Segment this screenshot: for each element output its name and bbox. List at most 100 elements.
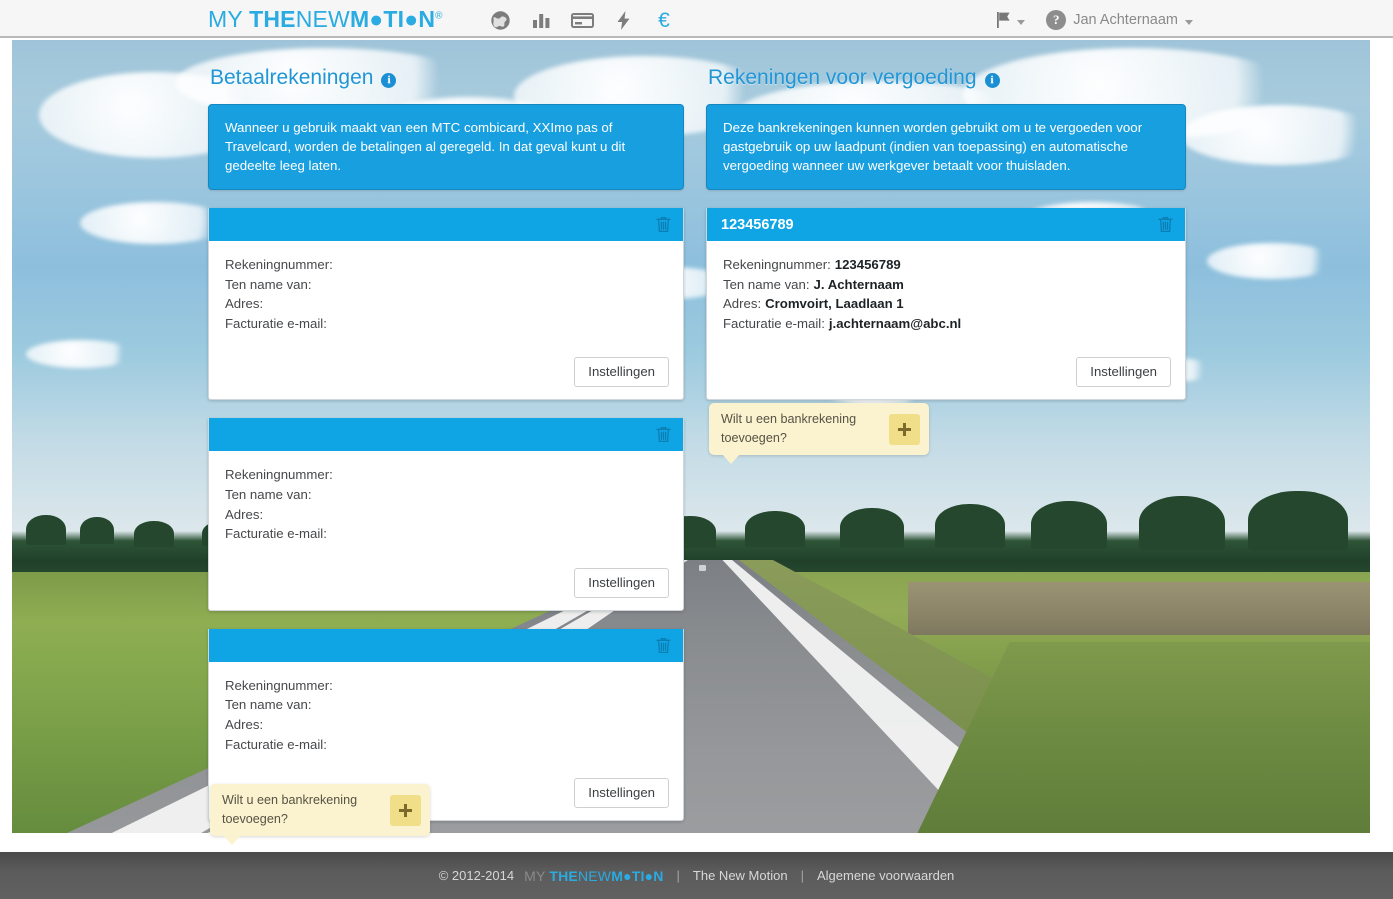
field-account-number: Rekeningnummer:	[225, 676, 667, 696]
settings-button[interactable]: Instellingen	[1076, 357, 1171, 388]
brand-my: MY	[208, 6, 250, 32]
footer-link-terms[interactable]: Algemene voorwaarden	[817, 868, 954, 883]
footer-brand-new: NEW	[577, 867, 612, 884]
field-label: Ten name van:	[723, 276, 810, 292]
field-account-holder: Ten name van:	[225, 485, 667, 505]
field-billing-email: Facturatie e-mail: j.achternaam@abc.nl	[723, 314, 1169, 334]
bar-chart-icon[interactable]	[529, 8, 553, 32]
right-column-title-text: Rekeningen voor vergoeding	[708, 66, 977, 89]
footer-separator: |	[800, 868, 804, 883]
field-label: Facturatie e-mail:	[225, 315, 327, 331]
brand-registered-mark: ®	[435, 10, 443, 22]
left-column-title-text: Betaalrekeningen	[210, 66, 374, 89]
settings-button[interactable]: Instellingen	[574, 357, 669, 388]
field-value: j.achternaam@abc.nl	[828, 315, 962, 331]
user-name-label: Jan Achternaam	[1073, 12, 1178, 28]
field-label: Adres:	[225, 296, 264, 312]
field-billing-email: Facturatie e-mail:	[225, 735, 667, 755]
card-actions: Instellingen	[707, 345, 1185, 399]
field-account-number: Rekeningnummer:	[225, 465, 667, 485]
footer-copyright: © 2012-2014	[438, 868, 515, 883]
settings-button[interactable]: Instellingen	[574, 567, 669, 598]
card-body: Rekeningnummer: 123456789 Ten name van: J.…	[707, 241, 1185, 345]
field-address: Adres: Cromvoirt, Laadlaan 1	[723, 294, 1169, 314]
card-header: 123456789	[707, 208, 1185, 241]
trash-icon[interactable]	[656, 637, 671, 654]
question-mark-icon: ?	[1046, 10, 1067, 30]
card-header	[209, 418, 683, 452]
svg-text:€: €	[658, 9, 670, 31]
card-header	[209, 208, 683, 241]
trash-icon[interactable]	[656, 216, 671, 233]
field-address: Adres:	[225, 505, 667, 525]
footer-separator: |	[676, 868, 680, 883]
brand-the: THE	[249, 6, 296, 32]
footer-content: © 2012-2014 MY THENEWM●TI●N | The New Mo…	[439, 868, 955, 884]
flag-icon	[997, 12, 1010, 28]
field-label: Facturatie e-mail:	[225, 526, 327, 542]
right-notice-banner: Deze bankrekeningen kunnen worden gebrui…	[706, 104, 1186, 190]
column-betaalrekeningen: Betaalrekeningen i Wanneer u gebruik maa…	[208, 40, 684, 822]
field-label: Facturatie e-mail:	[225, 736, 327, 752]
field-billing-email: Facturatie e-mail:	[225, 524, 667, 544]
user-menu[interactable]: ? Jan Achternaam	[1046, 10, 1193, 30]
chevron-down-icon	[1185, 19, 1193, 25]
credit-card-icon[interactable]	[570, 8, 594, 32]
card-body: Rekeningnummer: Ten name van: Adres: Fac…	[209, 662, 683, 766]
column-rekeningen-voor-vergoeding: Rekeningen voor vergoeding i Deze bankre…	[706, 40, 1186, 401]
card-body: Rekeningnummer: Ten name van: Adres: Fac…	[209, 241, 683, 345]
language-flag-dropdown[interactable]	[996, 11, 1026, 29]
field-value: 123456789	[834, 257, 901, 272]
info-icon[interactable]: i	[381, 72, 397, 88]
field-billing-email: Facturatie e-mail:	[225, 314, 667, 334]
lightning-bolt-icon[interactable]	[611, 8, 635, 32]
plus-icon	[399, 803, 412, 817]
brand-new: NEW	[295, 6, 350, 32]
footer-brand-motion: M●TI●N	[611, 867, 664, 884]
field-account-number: Rekeningnummer:	[225, 255, 667, 275]
card-actions: Instellingen	[209, 556, 683, 610]
top-navigation-bar: MY THENEWM●TI●N® € ? Jan Achternaam	[0, 0, 1393, 38]
field-value: Cromvoirt, Laadlaan 1	[765, 296, 904, 312]
card-header	[209, 628, 683, 662]
settings-button[interactable]: Instellingen	[574, 778, 669, 809]
main-nav-icons: €	[488, 7, 676, 33]
add-bank-account-button[interactable]	[889, 413, 920, 445]
footer-brand-the: THE	[549, 867, 578, 884]
footer-link-company[interactable]: The New Motion	[693, 868, 788, 883]
euro-icon[interactable]: €	[652, 8, 676, 32]
field-label: Facturatie e-mail:	[723, 315, 825, 331]
trash-icon[interactable]	[656, 426, 671, 443]
trash-icon[interactable]	[1158, 216, 1173, 233]
reimbursement-account-card: 123456789 Rekeningnummer: 123456789 Ten n…	[706, 208, 1186, 401]
field-label: Adres:	[225, 716, 264, 732]
field-account-holder: Ten name van: J. Achternaam	[723, 275, 1169, 295]
add-bank-account-bubble-left: Wilt u een bankrekening toevoegen?	[210, 784, 430, 845]
left-column-title: Betaalrekeningen i	[210, 66, 684, 90]
brand-motion: M●TI●N	[349, 6, 436, 32]
field-address: Adres:	[225, 294, 667, 314]
brand-logo[interactable]: MY THENEWM●TI●N®	[208, 6, 443, 33]
globe-icon[interactable]	[488, 8, 512, 32]
field-value: J. Achternaam	[813, 276, 904, 292]
card-actions: Instellingen	[209, 345, 683, 399]
payment-account-card: Rekeningnummer: Ten name van: Adres: Fac…	[208, 418, 684, 611]
field-label: Adres:	[225, 506, 264, 522]
field-label: Rekeningnummer:	[225, 467, 333, 483]
chevron-down-icon	[1017, 19, 1026, 25]
main-content: Betaalrekeningen i Wanneer u gebruik maa…	[0, 40, 1393, 852]
add-bank-account-bubble-right: Wilt u een bankrekening toevoegen?	[709, 403, 929, 464]
field-address: Adres:	[225, 715, 667, 735]
nav-right-group: ? Jan Achternaam	[996, 8, 1193, 32]
footer-brand-my: MY	[524, 867, 550, 884]
footer-brand-logo: MY THENEWM●TI●N	[524, 868, 663, 884]
field-label: Ten name van:	[225, 486, 312, 502]
card-body: Rekeningnummer: Ten name van: Adres: Fac…	[209, 451, 683, 555]
page-footer: © 2012-2014 MY THENEWM●TI●N | The New Mo…	[0, 852, 1393, 899]
payment-account-card: Rekeningnummer: Ten name van: Adres: Fac…	[208, 208, 684, 401]
field-label: Rekeningnummer:	[723, 257, 831, 272]
info-icon[interactable]: i	[984, 72, 1000, 88]
field-label: Rekeningnummer:	[225, 257, 333, 272]
add-bank-account-button[interactable]	[390, 794, 421, 826]
left-notice-banner: Wanneer u gebruik maakt van een MTC comb…	[208, 104, 684, 190]
